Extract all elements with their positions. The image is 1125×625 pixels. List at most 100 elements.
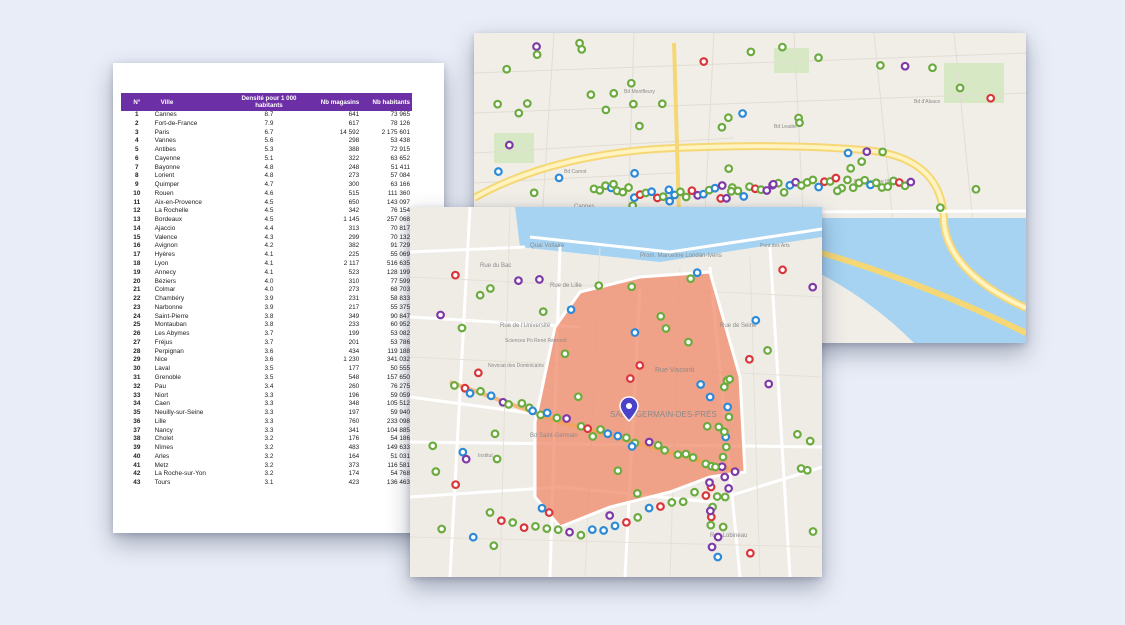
map-marker[interactable] <box>486 391 496 401</box>
map-marker[interactable] <box>532 42 541 51</box>
map-marker[interactable] <box>644 503 654 513</box>
map-marker[interactable] <box>630 168 639 178</box>
map-marker[interactable] <box>808 175 818 185</box>
map-marker[interactable] <box>457 323 467 333</box>
map-marker[interactable] <box>690 487 699 497</box>
map-marker[interactable] <box>814 182 824 192</box>
map-marker[interactable] <box>468 532 478 542</box>
map-marker[interactable] <box>485 284 495 293</box>
map-marker[interactable] <box>661 324 671 333</box>
map-marker[interactable] <box>738 109 747 118</box>
map-marker[interactable] <box>476 386 485 396</box>
map-marker[interactable] <box>681 192 691 202</box>
map-marker[interactable] <box>719 427 729 437</box>
map-marker[interactable] <box>537 503 547 513</box>
map-marker[interactable] <box>764 379 774 389</box>
map-marker[interactable] <box>502 64 512 74</box>
map-marker[interactable] <box>726 186 736 196</box>
map-marker[interactable] <box>762 186 772 195</box>
map-marker[interactable] <box>857 157 867 167</box>
map-marker[interactable] <box>875 61 885 70</box>
map-marker[interactable] <box>745 548 755 558</box>
map-marker[interactable] <box>610 521 620 531</box>
map-marker[interactable] <box>496 516 506 526</box>
map-marker[interactable] <box>692 268 702 278</box>
map-marker[interactable] <box>635 360 645 370</box>
map-marker[interactable] <box>846 163 856 173</box>
map-marker[interactable] <box>808 282 818 292</box>
map-marker[interactable] <box>725 374 735 384</box>
map-marker[interactable] <box>768 179 778 189</box>
map-marker[interactable] <box>656 311 666 321</box>
map-marker[interactable] <box>986 93 996 103</box>
map-marker[interactable] <box>489 541 499 551</box>
map-marker[interactable] <box>713 552 723 562</box>
map-marker[interactable] <box>955 83 965 93</box>
map-marker[interactable] <box>721 442 731 452</box>
map-marker[interactable] <box>428 441 438 451</box>
map-marker[interactable] <box>437 524 447 534</box>
map-marker[interactable] <box>699 57 709 66</box>
map-marker[interactable] <box>542 524 552 534</box>
map-marker[interactable] <box>707 542 717 552</box>
map-marker[interactable] <box>603 429 613 439</box>
map-marker[interactable] <box>713 532 723 542</box>
map-marker[interactable] <box>802 465 812 475</box>
map-marker[interactable] <box>532 50 542 60</box>
map-marker[interactable] <box>596 425 605 434</box>
map-marker[interactable] <box>778 265 787 275</box>
map-marker[interactable] <box>906 177 916 187</box>
map-marker[interactable] <box>609 179 618 189</box>
map-marker[interactable] <box>465 388 475 398</box>
map-marker[interactable] <box>928 63 937 73</box>
map-marker[interactable] <box>436 310 445 320</box>
map-marker[interactable] <box>627 441 637 451</box>
map-marker[interactable] <box>519 523 529 533</box>
map-marker[interactable] <box>718 522 728 532</box>
map-marker[interactable] <box>684 337 693 347</box>
map-marker[interactable] <box>583 424 593 434</box>
map-marker[interactable] <box>625 374 635 383</box>
map-marker[interactable] <box>514 276 523 286</box>
map-marker[interactable] <box>862 147 872 157</box>
map-marker[interactable] <box>711 462 720 472</box>
map-marker[interactable] <box>613 431 623 441</box>
map-marker[interactable] <box>710 183 720 193</box>
map-marker[interactable] <box>723 402 733 412</box>
map-marker[interactable] <box>517 398 527 408</box>
map-marker[interactable] <box>657 99 667 109</box>
map-marker[interactable] <box>613 466 623 476</box>
map-marker[interactable] <box>634 121 644 131</box>
map-marker[interactable] <box>971 184 981 194</box>
map-marker[interactable] <box>461 454 471 464</box>
map-marker[interactable] <box>647 187 657 197</box>
map-marker[interactable] <box>554 173 564 183</box>
map-marker[interactable] <box>451 480 461 490</box>
map-marker[interactable] <box>458 447 468 457</box>
map-marker[interactable] <box>718 452 728 462</box>
map-marker[interactable] <box>717 181 727 190</box>
map-marker[interactable] <box>720 472 730 482</box>
map-marker[interactable] <box>490 429 500 439</box>
map-marker[interactable] <box>792 429 802 439</box>
map-marker[interactable] <box>609 88 619 98</box>
map-marker[interactable] <box>627 282 637 292</box>
map-marker[interactable] <box>566 305 576 315</box>
map-marker[interactable] <box>538 307 548 317</box>
map-marker[interactable] <box>656 502 665 511</box>
map-marker[interactable] <box>605 511 615 520</box>
map-marker[interactable] <box>626 78 636 88</box>
map-marker[interactable] <box>706 520 716 530</box>
map-marker[interactable] <box>751 315 761 325</box>
map-marker[interactable] <box>724 412 734 422</box>
map-marker[interactable] <box>473 368 483 378</box>
map-marker[interactable] <box>746 47 756 57</box>
map-marker[interactable] <box>621 517 631 527</box>
map-marker[interactable] <box>535 275 544 284</box>
map-marker[interactable] <box>883 182 893 192</box>
map-marker[interactable] <box>705 392 715 402</box>
map-marker[interactable] <box>805 436 815 446</box>
map-marker[interactable] <box>681 449 691 459</box>
map-marker[interactable] <box>660 445 670 455</box>
map-marker[interactable] <box>795 118 804 128</box>
